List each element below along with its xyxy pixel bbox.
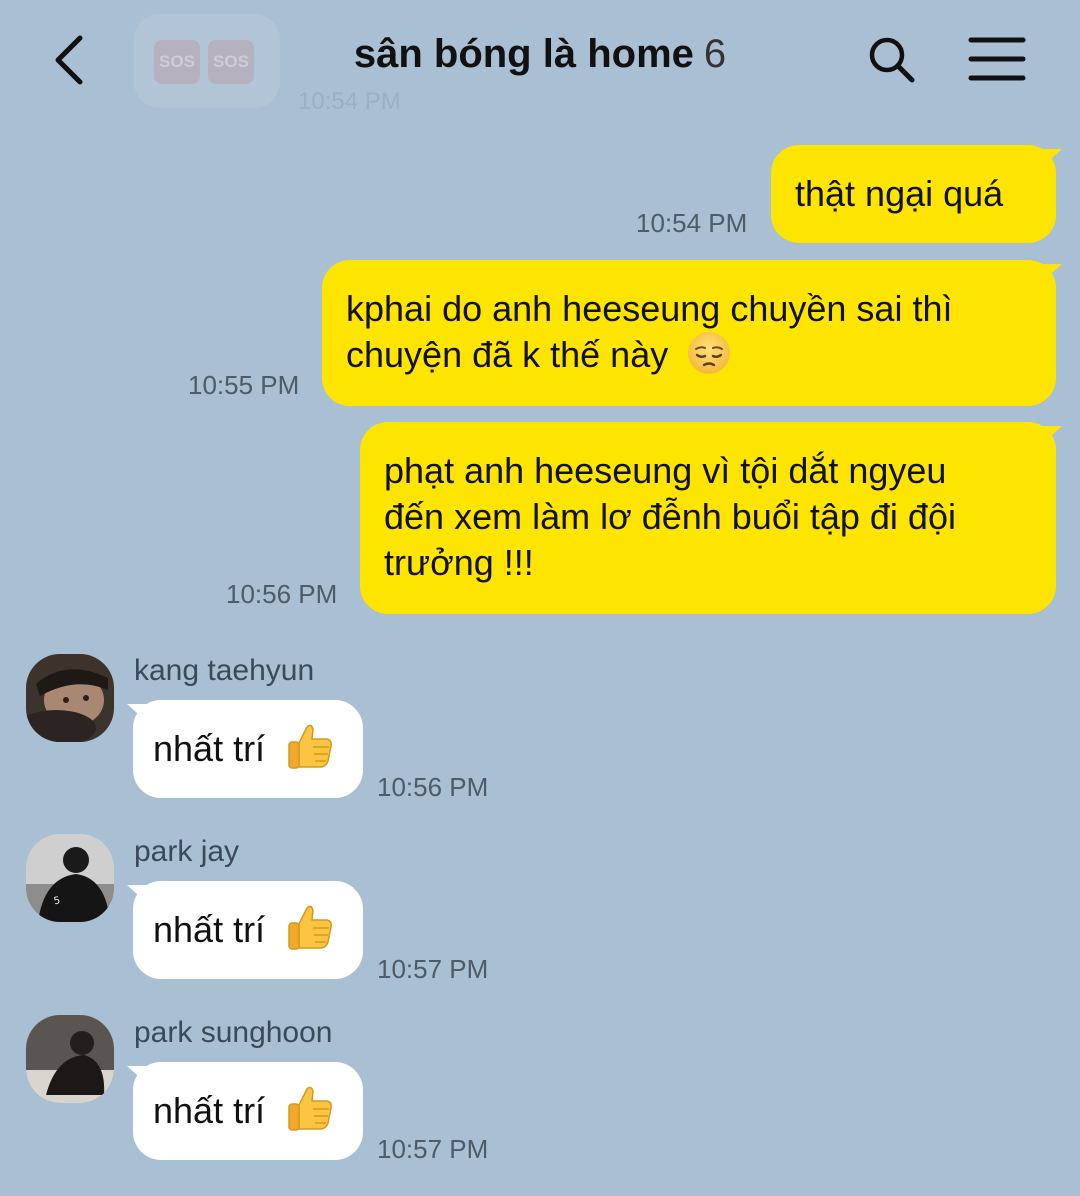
my-message-bubble[interactable]: kphai do anh heeseung chuyền sai thì chu… (322, 260, 1062, 406)
their-message-bubble[interactable]: nhất trí (127, 700, 363, 798)
chat-title: sân bóng là home 6 (0, 32, 1080, 77)
sender-name: kang taehyun (134, 654, 315, 687)
avatar[interactable] (26, 1015, 114, 1103)
message-text: nhất trí (153, 1090, 266, 1131)
avatar-photo (26, 1015, 114, 1103)
thumbs-up-emoji (288, 725, 332, 770)
ghost-timestamp: 10:54 PM (298, 88, 401, 115)
message-timestamp: 10:56 PM (377, 772, 489, 802)
message-text: nhất trí (153, 909, 266, 950)
message-text: trưởng !!! (384, 542, 534, 583)
their-message-bubble[interactable]: nhất trí (127, 881, 363, 979)
chat-header: SOS SOS 10:54 PM sân bóng là home 6 (0, 0, 1080, 120)
thumbs-up-emoji (288, 1087, 332, 1132)
message-text-line: chuyện đã k thế này (346, 332, 1032, 378)
message-text: đến xem làm lơ đễnh buổi tập đi đội (384, 496, 956, 537)
message-text: phạt anh heeseung vì tội dắt ngyeu (384, 450, 947, 491)
avatar[interactable]: 5 (26, 834, 114, 922)
chat-name: sân bóng là home (353, 32, 694, 76)
my-message-bubble[interactable]: thật ngại quá (771, 145, 1062, 243)
sender-name: park jay (134, 835, 240, 868)
pensive-face-emoji (688, 332, 731, 375)
member-count: 6 (703, 32, 727, 76)
sender-name: park sunghoon (134, 1016, 333, 1049)
message-text: nhất trí (153, 728, 266, 769)
search-icon[interactable] (866, 34, 916, 84)
message-timestamp: 10:57 PM (377, 1134, 489, 1164)
their-message-bubble[interactable]: nhất trí (127, 1062, 363, 1160)
avatar[interactable] (26, 654, 114, 742)
message-timestamp: 10:54 PM (636, 208, 748, 238)
message-text: kphai do anh heeseung chuyền sai thì (346, 288, 953, 329)
message-text: chuyện đã k thế này (346, 334, 669, 375)
message-text: thật ngại quá (795, 173, 1004, 214)
my-message-bubble[interactable]: phạt anh heeseung vì tội dắt ngyeu đến x… (360, 422, 1062, 614)
avatar-photo: 5 (26, 834, 114, 922)
message-timestamp: 10:55 PM (188, 370, 300, 400)
message-timestamp: 10:56 PM (226, 579, 338, 609)
avatar-photo (26, 654, 114, 742)
menu-icon[interactable] (968, 36, 1026, 82)
message-timestamp: 10:57 PM (377, 954, 489, 984)
thumbs-up-emoji (288, 906, 332, 951)
